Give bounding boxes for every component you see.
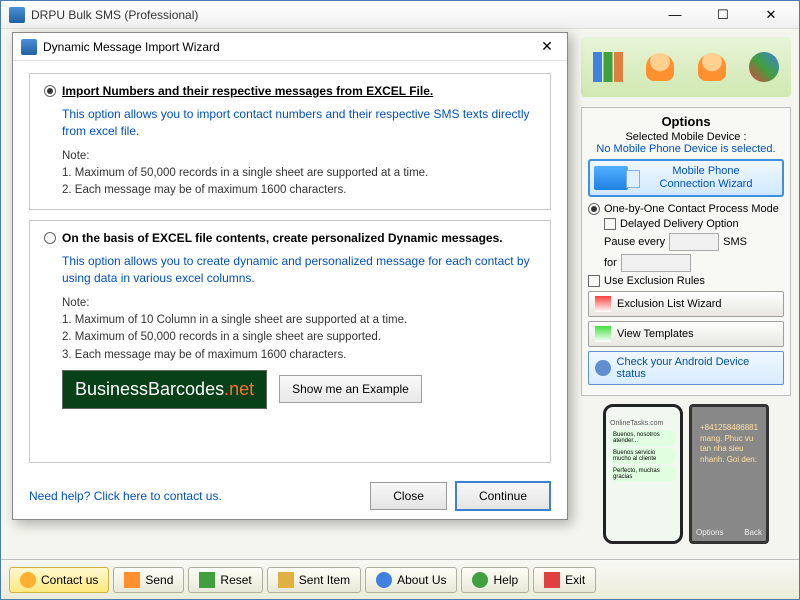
connection-wizard-label: Mobile Phone Connection Wizard — [634, 165, 778, 191]
radio-icon — [44, 85, 56, 97]
header-graphic — [581, 37, 791, 97]
pause-duration-combo[interactable] — [621, 254, 691, 272]
monitor-phone-icon — [594, 166, 628, 190]
options-panel: Options Selected Mobile Device : No Mobi… — [581, 107, 791, 396]
info-icon — [376, 572, 392, 588]
checkbox-icon — [604, 218, 616, 230]
delayed-label: Delayed Delivery Option — [620, 218, 739, 230]
about-us-button[interactable]: About Us — [365, 567, 457, 593]
option2-block: On the basis of EXCEL file contents, cre… — [29, 220, 551, 463]
option2-note-label: Note: — [62, 295, 536, 312]
envelope-icon — [124, 572, 140, 588]
check-android-button[interactable]: Check your Android Device status — [588, 351, 784, 385]
pause-label: Pause every — [604, 236, 665, 248]
option1-note-label: Note: — [62, 148, 536, 165]
option1-block: Import Numbers and their respective mess… — [29, 73, 551, 210]
close-button[interactable]: ✕ — [751, 5, 791, 25]
radio-icon — [588, 203, 600, 215]
reset-button[interactable]: Reset — [188, 567, 262, 593]
gear-icon — [595, 360, 611, 376]
show-example-button[interactable]: Show me an Example — [279, 375, 422, 403]
phone-previews: OnlineTasks.com Buenos, nosotros atender… — [581, 404, 791, 544]
view-templates-button[interactable]: View Templates — [588, 321, 784, 347]
feature-phone-preview: +841258486881 mang. Phuc vu tan nha sieu… — [689, 404, 769, 544]
option1-label: Import Numbers and their respective mess… — [62, 84, 433, 98]
delayed-delivery-checkbox[interactable]: Delayed Delivery Option — [604, 218, 784, 230]
app-title: DRPU Bulk SMS (Professional) — [31, 8, 655, 22]
app-icon — [9, 7, 25, 23]
send-button[interactable]: Send — [113, 567, 184, 593]
smartphone-preview: OnlineTasks.com Buenos, nosotros atender… — [603, 404, 683, 544]
sms-label: SMS — [723, 236, 747, 248]
templates-icon — [595, 326, 611, 342]
option1-radio[interactable]: Import Numbers and their respective mess… — [44, 84, 536, 98]
bottom-toolbar: Contact us Send Reset Sent Item About Us… — [1, 559, 799, 599]
person-icon — [698, 53, 726, 81]
reset-icon — [199, 572, 215, 588]
help-link[interactable]: Need help? Click here to contact us. — [29, 489, 222, 503]
business-barcodes-banner: BusinessBarcodes.net — [62, 370, 267, 409]
checkbox-icon — [588, 275, 600, 287]
help-icon — [472, 572, 488, 588]
dialog-title-bar: Dynamic Message Import Wizard ✕ — [13, 33, 567, 61]
help-button[interactable]: Help — [461, 567, 529, 593]
dialog-close-btn[interactable]: Close — [370, 482, 447, 510]
radio-icon — [44, 232, 56, 244]
dialog-title: Dynamic Message Import Wizard — [43, 40, 535, 54]
sent-item-button[interactable]: Sent Item — [267, 567, 361, 593]
exclusion-checkbox[interactable]: Use Exclusion Rules — [588, 275, 784, 287]
option1-note1: 1. Maximum of 50,000 records in a single… — [62, 165, 536, 182]
folder-icon — [278, 572, 294, 588]
bars-icon — [593, 52, 623, 82]
exclusion-label: Use Exclusion Rules — [604, 275, 705, 287]
contact-us-button[interactable]: Contact us — [9, 567, 109, 593]
person-icon — [646, 53, 674, 81]
minimize-button[interactable]: — — [655, 5, 695, 25]
exclusion-icon — [595, 296, 611, 312]
option2-note3: 3. Each message may be of maximum 1600 c… — [62, 347, 536, 364]
process-mode-label: One-by-One Contact Process Mode — [604, 203, 779, 215]
main-title-bar: DRPU Bulk SMS (Professional) — ☐ ✕ — [1, 1, 799, 29]
option2-note2: 2. Maximum of 50,000 records in a single… — [62, 329, 536, 346]
pie-chart-icon — [749, 52, 779, 82]
device-status: No Mobile Phone Device is selected. — [588, 143, 784, 155]
process-mode-radio[interactable]: One-by-One Contact Process Mode — [588, 203, 784, 215]
dialog-icon — [21, 39, 37, 55]
option2-desc: This option allows you to create dynamic… — [62, 253, 536, 287]
option2-note1: 1. Maximum of 10 Column in a single shee… — [62, 312, 536, 329]
selected-device-label: Selected Mobile Device : — [588, 131, 784, 143]
maximize-button[interactable]: ☐ — [703, 5, 743, 25]
dialog-close-button[interactable]: ✕ — [535, 38, 559, 55]
for-label: for — [604, 257, 617, 269]
connection-wizard-button[interactable]: Mobile Phone Connection Wizard — [588, 159, 784, 197]
pause-count-combo[interactable] — [669, 233, 719, 251]
exit-button[interactable]: Exit — [533, 567, 596, 593]
exclusion-wizard-button[interactable]: Exclusion List Wizard — [588, 291, 784, 317]
option2-radio[interactable]: On the basis of EXCEL file contents, cre… — [44, 231, 536, 245]
dialog-continue-btn[interactable]: Continue — [455, 481, 551, 511]
option2-label: On the basis of EXCEL file contents, cre… — [62, 231, 503, 245]
exit-icon — [544, 572, 560, 588]
import-wizard-dialog: Dynamic Message Import Wizard ✕ Import N… — [12, 32, 568, 520]
options-title: Options — [588, 114, 784, 129]
option1-desc: This option allows you to import contact… — [62, 106, 536, 140]
option1-note2: 2. Each message may be of maximum 1600 c… — [62, 182, 536, 199]
contact-icon — [20, 572, 36, 588]
